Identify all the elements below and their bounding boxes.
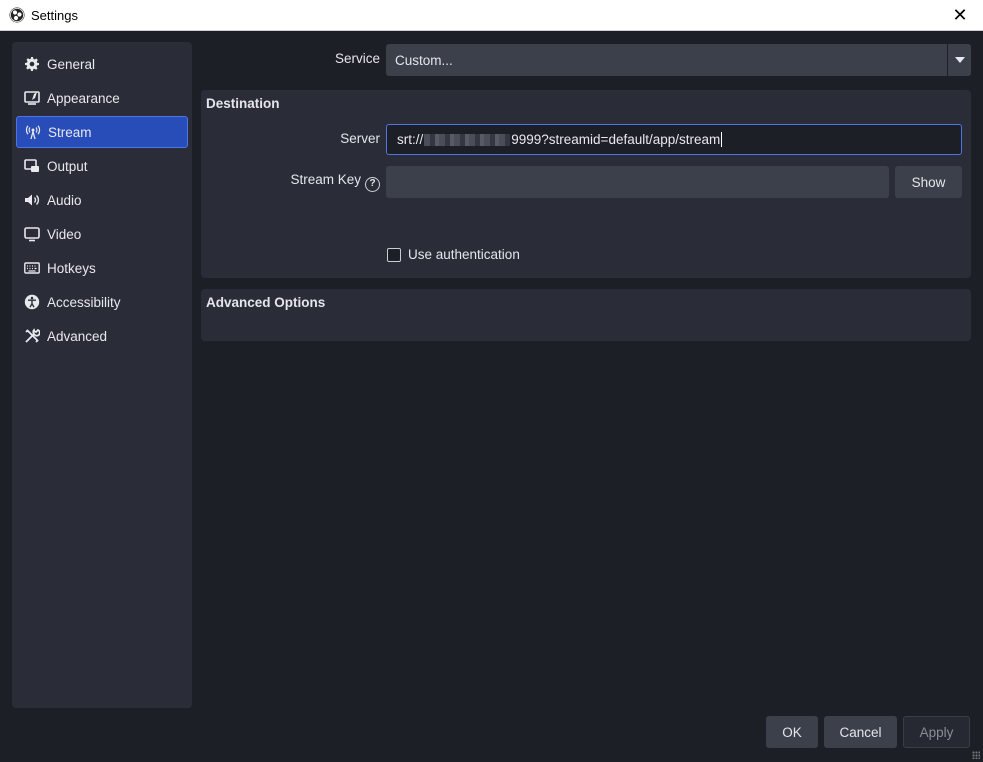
service-value: Custom... (395, 52, 453, 68)
sidebar-item-label: Accessibility (47, 294, 121, 310)
sidebar-item-label: Appearance (47, 90, 120, 106)
chevron-down-icon[interactable] (947, 44, 971, 76)
sidebar-item-label: General (47, 56, 96, 72)
show-key-button[interactable]: Show (895, 166, 962, 198)
sidebar-item-label: Output (47, 158, 88, 174)
tools-icon (23, 327, 41, 345)
stream-key-label: Stream Key? (205, 172, 380, 192)
sidebar-item-label: Advanced (47, 328, 108, 344)
sidebar-item-video[interactable]: Video (16, 218, 188, 250)
sidebar-item-advanced[interactable]: Advanced (16, 320, 188, 352)
text-caret (721, 132, 723, 147)
service-dropdown[interactable]: Custom... (386, 44, 971, 76)
server-input[interactable]: srt:// 9999?streamid=default/app/stream (386, 124, 962, 155)
redacted-address (424, 133, 511, 146)
cancel-button[interactable]: Cancel (824, 716, 897, 748)
sidebar-item-audio[interactable]: Audio (16, 184, 188, 216)
resize-grip[interactable] (972, 751, 980, 759)
monitor-icon (23, 225, 41, 243)
stream-key-input[interactable] (386, 166, 889, 198)
speaker-icon (23, 191, 41, 209)
help-icon[interactable]: ? (365, 177, 380, 192)
sidebar-item-output[interactable]: Output (16, 150, 188, 182)
obs-logo-icon (9, 7, 25, 23)
server-suffix: 9999?streamid=default/app/stream (511, 132, 721, 147)
service-label: Service (334, 51, 380, 66)
server-label: Server (340, 131, 380, 146)
close-icon: ✕ (952, 5, 968, 25)
sidebar-item-label: Stream (48, 124, 92, 140)
sidebar-item-appearance[interactable]: Appearance (16, 82, 188, 114)
use-authentication-checkbox[interactable]: Use authentication (387, 247, 520, 262)
gear-icon (23, 55, 41, 73)
output-icon (23, 157, 41, 175)
title-bar: Settings ✕ (0, 0, 983, 31)
sidebar-item-accessibility[interactable]: Accessibility (16, 286, 188, 318)
sidebar-item-hotkeys[interactable]: Hotkeys (16, 252, 188, 284)
appearance-icon (23, 89, 41, 107)
advanced-options-title: Advanced Options (206, 295, 326, 310)
destination-title: Destination (206, 96, 280, 111)
window-title: Settings (31, 7, 78, 23)
close-button[interactable]: ✕ (937, 0, 983, 31)
advanced-options-group[interactable]: Advanced Options (201, 289, 971, 341)
ok-button[interactable]: OK (766, 716, 818, 748)
server-prefix: srt:// (397, 132, 424, 147)
sidebar-item-general[interactable]: General (16, 48, 188, 80)
sidebar-item-stream[interactable]: Stream (16, 116, 188, 148)
accessibility-icon (23, 293, 41, 311)
sidebar-item-label: Audio (47, 192, 82, 208)
settings-sidebar: General Appearance Stream Output Audio V… (12, 42, 192, 708)
sidebar-item-label: Video (47, 226, 82, 242)
use-authentication-label: Use authentication (408, 247, 520, 262)
antenna-icon (24, 123, 42, 141)
checkbox-box[interactable] (387, 247, 401, 262)
apply-button[interactable]: Apply (903, 716, 970, 748)
keyboard-icon (23, 259, 41, 277)
sidebar-item-label: Hotkeys (47, 260, 96, 276)
